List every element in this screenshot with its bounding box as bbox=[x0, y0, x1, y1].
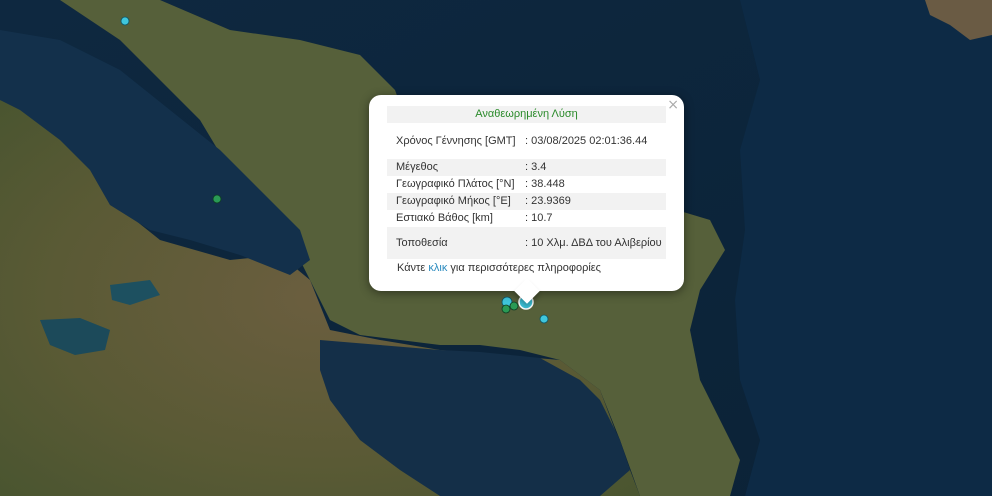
earthquake-marker[interactable] bbox=[539, 314, 549, 324]
aegean bbox=[735, 0, 992, 496]
magnitude-label: Μέγεθος bbox=[396, 161, 439, 173]
earthquake-marker[interactable] bbox=[501, 304, 511, 314]
more-info-suffix: για περισσότερες πληροφορίες bbox=[447, 262, 601, 274]
latitude-value: : 38.448 bbox=[525, 178, 565, 190]
latitude-row: Γεωγραφικό Πλάτος [°N] : 38.448 bbox=[387, 176, 666, 193]
longitude-label: Γεωγραφικό Μήκος [°E] bbox=[396, 195, 511, 207]
close-icon[interactable]: × bbox=[667, 97, 679, 113]
origin-time-row: Χρόνος Γέννησης [GMT] : 03/08/2025 02:01… bbox=[387, 124, 666, 159]
depth-value: : 10.7 bbox=[525, 212, 553, 224]
earthquake-marker[interactable] bbox=[509, 301, 519, 311]
earthquake-marker[interactable] bbox=[212, 194, 222, 204]
earthquake-marker[interactable] bbox=[120, 16, 130, 26]
magnitude-value: : 3.4 bbox=[525, 161, 547, 173]
more-info-prefix: Κάντε bbox=[397, 262, 429, 274]
location-row: Τοποθεσία : 10 Χλμ. ΔΒΔ του Αλιβερίου bbox=[387, 227, 666, 259]
magnitude-row: Μέγεθος : 3.4 bbox=[387, 159, 666, 176]
origin-time-label: Χρόνος Γέννησης [GMT] bbox=[396, 135, 516, 147]
more-info-link[interactable]: κλικ bbox=[428, 262, 447, 274]
depth-label: Εστιακό Βάθος [km] bbox=[396, 212, 493, 224]
popup-title: Αναθεωρημένη Λύση bbox=[387, 106, 666, 123]
location-label: Τοποθεσία bbox=[396, 237, 448, 249]
depth-row: Εστιακό Βάθος [km] : 10.7 bbox=[387, 210, 666, 227]
origin-time-value: : 03/08/2025 02:01:36.44 bbox=[525, 135, 648, 147]
earthquake-popup: × Αναθεωρημένη Λύση Χρόνος Γέννησης [GMT… bbox=[369, 95, 684, 304]
more-info-text: Κάντε κλικ για περισσότερες πληροφορίες bbox=[387, 260, 666, 276]
longitude-row: Γεωγραφικό Μήκος [°E] : 23.9369 bbox=[387, 193, 666, 210]
longitude-value: : 23.9369 bbox=[525, 195, 571, 207]
location-value: : 10 Χλμ. ΔΒΔ του Αλιβερίου bbox=[525, 237, 662, 249]
latitude-label: Γεωγραφικό Πλάτος [°N] bbox=[396, 178, 515, 190]
